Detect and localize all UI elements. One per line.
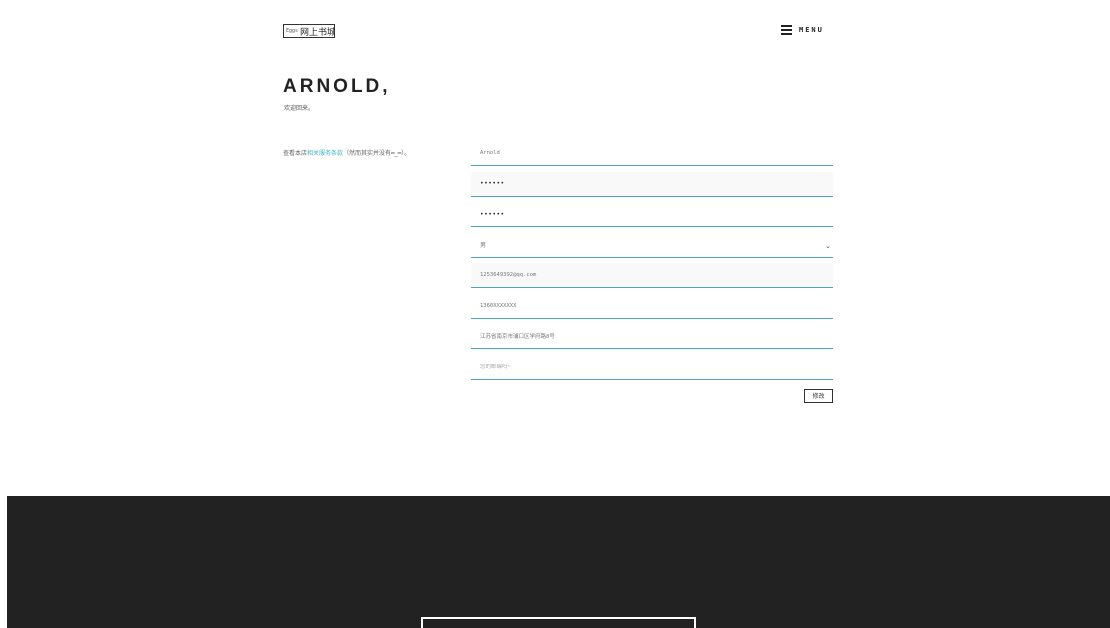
hamburger-icon <box>781 25 792 35</box>
terms-suffix: （然而其实并没有━_━）。 <box>343 150 411 157</box>
button-row: 修改 <box>471 388 833 403</box>
gender-select[interactable]: 男 ⌄ <box>471 232 833 258</box>
greeting-name: ARNOLD, <box>283 76 391 97</box>
greeting-subtitle: 欢迎回来。 <box>284 105 315 112</box>
menu-button[interactable]: MENU <box>781 25 824 35</box>
zip-field[interactable] <box>480 363 833 370</box>
submit-button[interactable]: 修改 <box>804 388 833 403</box>
password-confirm-field-row <box>471 202 833 227</box>
gender-select-value: 男 <box>480 242 487 249</box>
chevron-down-icon: ⌄ <box>825 241 831 250</box>
email-field[interactable] <box>480 272 833 278</box>
address-field[interactable] <box>480 333 833 339</box>
terms-prefix: 查看本店 <box>283 150 308 157</box>
site-logo[interactable]: Eggs 网上书城 <box>283 24 335 38</box>
logo-title: 网上书城 <box>300 27 335 38</box>
logo-prefix: Eggs <box>286 28 299 34</box>
address-field-row <box>471 324 833 349</box>
terms-link[interactable]: 相关服务条款 <box>307 150 343 157</box>
username-field[interactable] <box>480 150 833 156</box>
password-field-row <box>471 171 833 197</box>
menu-label: MENU <box>799 25 824 34</box>
profile-form: 男 ⌄ 修改 <box>471 141 833 403</box>
phone-field[interactable] <box>480 302 833 309</box>
footer-input-box[interactable] <box>421 617 696 628</box>
password-confirm-field[interactable] <box>480 210 833 218</box>
zip-field-row <box>471 354 833 380</box>
username-field-row <box>471 141 833 166</box>
email-field-row <box>471 263 833 288</box>
footer <box>7 496 1110 628</box>
password-field[interactable] <box>480 180 833 187</box>
terms-text: 查看本店相关服务条款（然而其实并没有━_━）。 <box>283 148 423 159</box>
phone-field-row <box>471 293 833 319</box>
